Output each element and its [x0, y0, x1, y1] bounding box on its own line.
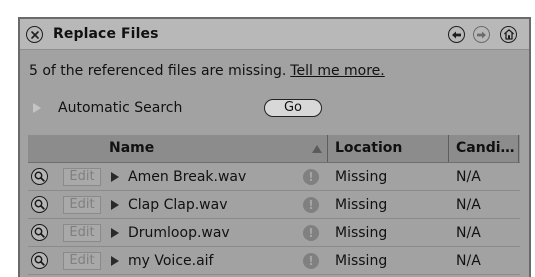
file-candidates: N/A [456, 169, 481, 185]
edit-button[interactable]: Edit [63, 168, 101, 186]
missing-files-message: 5 of the referenced files are missing. Te… [29, 63, 385, 79]
expand-triangle-icon[interactable] [111, 228, 119, 238]
edit-button[interactable]: Edit [63, 252, 101, 270]
column-header-candidates[interactable]: Candi… [456, 135, 515, 162]
table-header: Name Location Candi… [28, 135, 520, 163]
file-location: Missing [335, 225, 388, 241]
edit-button[interactable]: Edit [63, 196, 101, 214]
table-row[interactable]: Edit Clap Clap.wav ! Missing N/A [28, 191, 520, 219]
expand-triangle-icon[interactable] [111, 256, 119, 266]
warning-icon: ! [303, 225, 319, 241]
magnifier-icon[interactable] [31, 196, 48, 213]
table-row[interactable]: Edit Amen Break.wav ! Missing N/A [28, 163, 520, 191]
window-title: Replace Files [53, 26, 159, 42]
screen: Replace Files 5 of the referenced files … [0, 0, 535, 277]
file-candidates: N/A [456, 225, 481, 241]
file-name: Clap Clap.wav [128, 197, 228, 213]
warning-icon: ! [303, 169, 319, 185]
close-icon[interactable] [26, 26, 43, 43]
expand-triangle-icon[interactable] [111, 200, 119, 210]
sort-ascending-icon[interactable] [312, 145, 322, 153]
file-candidates: N/A [456, 197, 481, 213]
expand-triangle-icon[interactable] [33, 103, 41, 113]
column-divider[interactable] [327, 135, 328, 162]
column-divider[interactable] [518, 135, 519, 162]
column-divider[interactable] [448, 135, 449, 162]
warning-icon: ! [303, 197, 319, 213]
magnifier-icon[interactable] [31, 224, 48, 241]
back-arrow-icon[interactable] [448, 26, 465, 43]
forward-arrow-icon[interactable] [473, 26, 490, 43]
table-row[interactable]: Edit my Voice.aif ! Missing N/A [28, 247, 520, 275]
message-text: 5 of the referenced files are missing. [29, 63, 287, 79]
magnifier-icon[interactable] [31, 168, 48, 185]
column-header-name[interactable]: Name [109, 135, 154, 162]
table-row[interactable]: Edit Drumloop.wav ! Missing N/A [28, 219, 520, 247]
replace-files-dialog: Replace Files 5 of the referenced files … [18, 17, 531, 277]
file-name: Drumloop.wav [128, 225, 230, 241]
automatic-search-row: Automatic Search Go [20, 99, 529, 119]
column-header-location[interactable]: Location [335, 135, 402, 162]
expand-triangle-icon[interactable] [111, 172, 119, 182]
file-location: Missing [335, 169, 388, 185]
home-icon[interactable] [500, 26, 517, 43]
tell-me-more-link[interactable]: Tell me more. [290, 63, 384, 79]
edit-button[interactable]: Edit [63, 224, 101, 242]
title-bar: Replace Files [20, 19, 529, 50]
magnifier-icon[interactable] [31, 252, 48, 269]
file-location: Missing [335, 197, 388, 213]
missing-files-table: Name Location Candi… Edit Amen Break.wav… [28, 135, 520, 275]
automatic-search-label: Automatic Search [58, 100, 183, 116]
file-name: Amen Break.wav [128, 169, 247, 185]
go-button[interactable]: Go [264, 99, 322, 117]
